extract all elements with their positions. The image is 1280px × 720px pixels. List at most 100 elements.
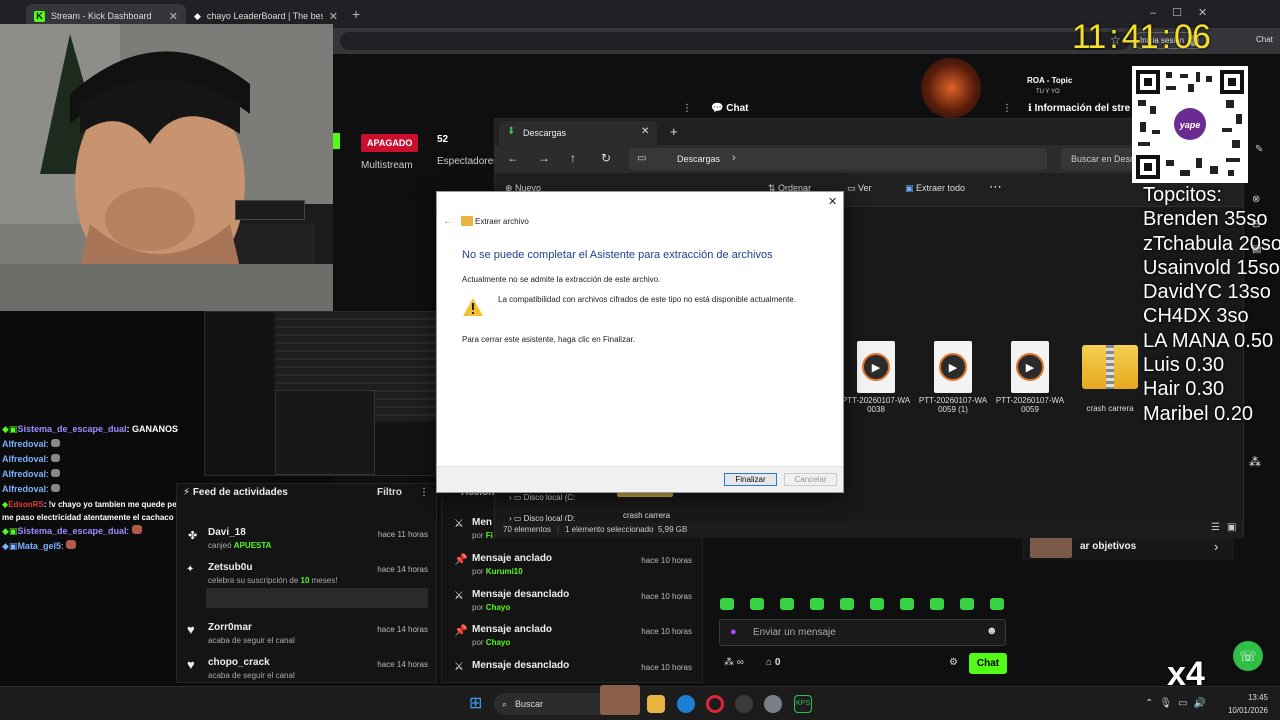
info-icon: ℹ — [1028, 103, 1035, 114]
edit-icon[interactable]: ✎ — [1255, 144, 1263, 155]
details-view-icon[interactable]: ☰ — [1211, 522, 1220, 533]
tab-label: chayo LeaderBoard | The best Cha — [206, 11, 323, 21]
emote-icon[interactable] — [750, 598, 764, 610]
feed-menu-icon[interactable]: ⋮ — [419, 487, 429, 498]
action-item: ⚔ Men por Fi — [446, 514, 496, 550]
close-icon[interactable]: ✕ — [828, 195, 837, 208]
emote-icon[interactable] — [900, 598, 914, 610]
emote-icon[interactable] — [930, 598, 944, 610]
chat-menu-icon[interactable]: ⋮ — [1002, 103, 1012, 114]
file-item[interactable]: ▶ PTT-20260107-WA0059 (1) — [918, 341, 988, 426]
support-chat-icon[interactable]: ☏ — [1233, 641, 1263, 671]
finish-button[interactable]: Finalizar — [724, 473, 777, 486]
file-item-selected[interactable]: crash carrera — [1075, 341, 1145, 426]
app-icon[interactable] — [735, 695, 753, 713]
emote-icon[interactable] — [720, 598, 734, 610]
file-item[interactable]: ▶ PTT-20260107-WA0059 — [995, 341, 1065, 426]
close-icon[interactable]: ✕ — [329, 10, 338, 23]
kick-logo-icon: K — [34, 10, 45, 22]
path-bar[interactable]: ▭ Descargas › — [629, 148, 1047, 170]
taskbar-search-input[interactable]: ⌕ Buscar — [494, 693, 612, 715]
up-arrow-icon[interactable]: ↑ — [570, 151, 576, 165]
tab-label: Stream - Kick Dashboard — [51, 11, 152, 21]
feed-sub: acaba de seguir el canal — [208, 636, 295, 645]
emote-icon[interactable] — [780, 598, 794, 610]
gift-icon: ✤ — [188, 530, 198, 542]
action-by: por Chayo — [472, 603, 511, 612]
multistream-label[interactable]: Multistream — [361, 160, 413, 171]
filter-button[interactable]: Filtro — [377, 487, 402, 498]
search-icon: ⌕ — [502, 698, 508, 709]
opera-icon[interactable] — [706, 695, 724, 713]
tool-icon[interactable]: ⊟ — [1252, 219, 1270, 230]
new-tab-icon[interactable]: + — [670, 124, 678, 139]
back-arrow-icon[interactable]: ← — [443, 216, 453, 227]
nav-drive-c[interactable]: › ▭ Disco local (C: — [509, 493, 575, 502]
action-time: hace 10 horas — [641, 556, 692, 565]
microphone-icon[interactable]: ● — [730, 626, 737, 638]
status-divider: | — [557, 525, 560, 534]
emote-icon[interactable] — [960, 598, 974, 610]
cancel-button[interactable]: Cancelar — [784, 473, 837, 486]
panel-menu-icon[interactable]: ⋮ — [682, 103, 692, 114]
refresh-icon[interactable]: ↻ — [601, 151, 611, 165]
share-icon[interactable]: ⁂ — [1249, 455, 1261, 469]
emote-icon[interactable] — [810, 598, 824, 610]
file-name: PTT-20260107-WA0038 — [841, 396, 911, 414]
tool-icon[interactable]: ▤ — [1252, 244, 1270, 255]
mini-preview — [235, 200, 305, 220]
chat-shortcut[interactable]: Chat — [1256, 35, 1273, 44]
url-input[interactable] — [340, 32, 1130, 50]
emote-icon[interactable] — [840, 598, 854, 610]
close-icon[interactable]: ✕ — [641, 126, 649, 137]
goals-row[interactable]: ar objetivos › — [1022, 535, 1234, 560]
feed-user[interactable]: Zetsub0u — [208, 562, 252, 573]
warning-icon — [463, 298, 483, 316]
infinity-icon[interactable]: ⁂ ∞ — [724, 657, 744, 668]
explorer-tab[interactable]: ⬇ Descargas ✕ — [499, 121, 657, 145]
path-segment[interactable]: Descargas — [677, 154, 720, 164]
windows-start-icon[interactable]: ⊞ — [469, 695, 487, 713]
action-time: hace 10 horas — [641, 627, 692, 636]
tiles-view-icon[interactable]: ▣ — [1227, 522, 1236, 533]
more-options-icon[interactable]: ⋯ — [989, 179, 1002, 195]
feed-user[interactable]: Davi_18 — [208, 527, 246, 538]
chat-send-button[interactable]: Chat — [969, 653, 1007, 674]
file-item[interactable]: ▶ PTT-20260107-WA0038 — [841, 341, 911, 426]
extract-icon: ▣ — [905, 183, 914, 193]
file-explorer-icon[interactable] — [647, 695, 665, 713]
new-tab-icon[interactable]: + — [352, 6, 360, 22]
clock-seconds: 06 — [1174, 18, 1211, 56]
system-tray[interactable]: ⌃🎙▭🔊 — [1145, 698, 1212, 709]
folder-label[interactable]: crash carrera — [623, 511, 670, 520]
kick-studio-icon[interactable]: KPS — [794, 695, 812, 713]
back-arrow-icon[interactable]: ← — [507, 151, 519, 165]
settings-gear-icon[interactable] — [764, 695, 782, 713]
feed-user[interactable]: chopo_crack — [208, 657, 270, 668]
pin-icon: 📌 — [454, 554, 468, 566]
view-button[interactable]: ▭ Ver — [847, 183, 872, 194]
emote-icon[interactable] — [990, 598, 1004, 610]
action-title: Men — [472, 517, 492, 528]
settings-gear-icon[interactable]: ⚙ — [949, 657, 958, 668]
extract-all-button[interactable]: ▣ Extraer todo — [905, 183, 965, 194]
forward-arrow-icon[interactable]: → — [538, 151, 550, 165]
points-display[interactable]: ⌂ 0 — [766, 657, 780, 668]
viewers-label: Espectadores — [437, 156, 499, 167]
explorer-tab-label: Descargas — [523, 128, 567, 138]
close-icon[interactable]: ✕ — [169, 10, 178, 23]
edge-icon[interactable] — [677, 695, 695, 713]
feed-user[interactable]: Zorr0mar — [208, 622, 252, 633]
feed-item: ♥ chopo_crack acaba de seguir el canal h… — [178, 654, 436, 682]
tool-icon[interactable]: ⊗ — [1252, 194, 1270, 205]
star-icon: ✦ — [186, 564, 195, 575]
goals-label: ar objetivos — [1080, 541, 1137, 552]
emote-icon[interactable] — [870, 598, 884, 610]
emoji-icon[interactable]: ☻ — [986, 625, 998, 637]
chat-message-input[interactable]: ● Enviar un mensaje ☻ — [719, 619, 1006, 646]
bolt-icon: ⚡ — [183, 487, 193, 498]
chat-input-placeholder: Enviar un mensaje — [753, 627, 836, 638]
album-art — [921, 58, 981, 118]
video-file-icon: ▶ — [857, 341, 895, 393]
file-name: PTT-20260107-WA0059 (1) — [918, 396, 988, 414]
